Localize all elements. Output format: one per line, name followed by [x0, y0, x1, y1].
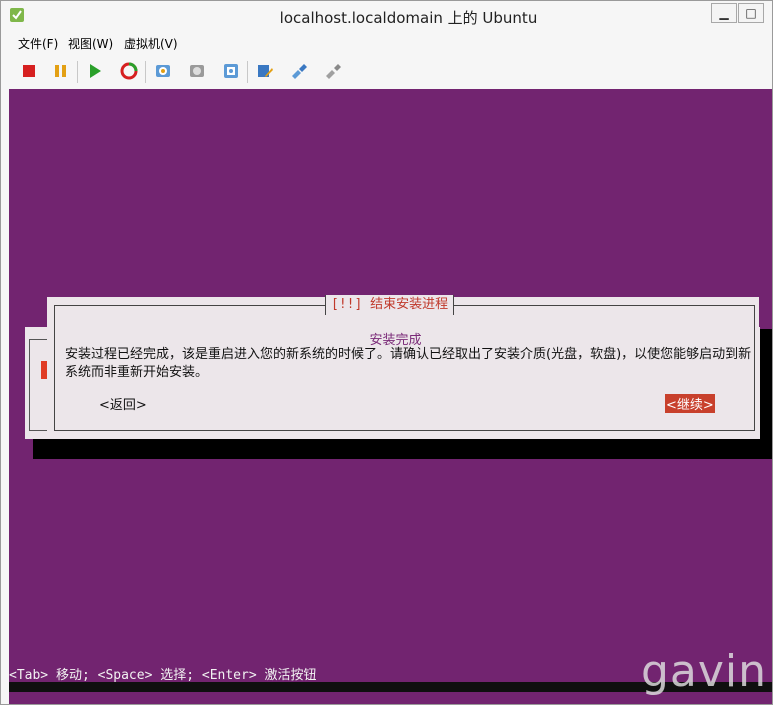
toolbar-separator: [77, 61, 78, 83]
vm-console-window: localhost.localdomain 上的 Ubuntu ▁ □ 文件(F…: [0, 0, 773, 705]
play-icon: [90, 64, 101, 78]
snapshot-manager-icon: [224, 64, 238, 78]
connect-device-button[interactable]: [287, 59, 311, 83]
minimize-button[interactable]: ▁: [711, 3, 737, 23]
revert-snapshot-button[interactable]: [185, 59, 209, 83]
reset-button[interactable]: [117, 59, 141, 83]
edit-settings-icon: [258, 65, 273, 77]
maximize-icon: □: [745, 6, 757, 20]
snapshot-manager-button[interactable]: [219, 59, 243, 83]
disconnect-device-icon: [326, 64, 341, 79]
snapshot-icon: [156, 65, 170, 77]
window-title: localhost.localdomain 上的 Ubuntu: [279, 9, 538, 27]
stop-icon: [23, 65, 35, 77]
minimize-icon: ▁: [719, 6, 729, 20]
dialog-message: 安装过程已经完成，该是重启进入您的新系统的时候了。请确认已经取出了安装介质(光盘…: [65, 347, 752, 380]
maximize-button[interactable]: □: [738, 3, 764, 23]
menu-file[interactable]: 文件(F): [18, 35, 58, 52]
disconnect-device-button[interactable]: [321, 59, 345, 83]
toolbar-separator: [145, 61, 146, 83]
continue-button[interactable]: <继续>: [665, 394, 715, 413]
take-snapshot-button[interactable]: [151, 59, 175, 83]
title-bar[interactable]: localhost.localdomain 上的 Ubuntu ▁ □: [1, 1, 772, 31]
back-button[interactable]: <返回>: [99, 394, 147, 413]
revert-snapshot-icon: [190, 65, 204, 77]
dialog-title: [!!] 结束安装进程: [325, 295, 455, 315]
watermark-text: gavin: [641, 646, 768, 697]
power-on-button[interactable]: [83, 59, 107, 83]
menu-view[interactable]: 视图(W): [68, 35, 113, 52]
pause-icon: [55, 65, 66, 77]
menu-vm[interactable]: 虚拟机(V): [124, 35, 178, 52]
edit-settings-button[interactable]: [253, 59, 277, 83]
suspend-button[interactable]: [49, 59, 73, 83]
reset-icon: [120, 62, 138, 80]
vm-console-screen[interactable]: [!!] 结束安装进程 安装完成 安装过程已经完成，该是重启进入您的新系统的时候…: [9, 89, 772, 704]
toolbar-separator: [247, 61, 248, 83]
power-off-button[interactable]: [17, 59, 41, 83]
connect-device-icon: [292, 64, 307, 79]
key-help-line: <Tab> 移动; <Space> 选择; <Enter> 激活按钮: [9, 668, 317, 683]
